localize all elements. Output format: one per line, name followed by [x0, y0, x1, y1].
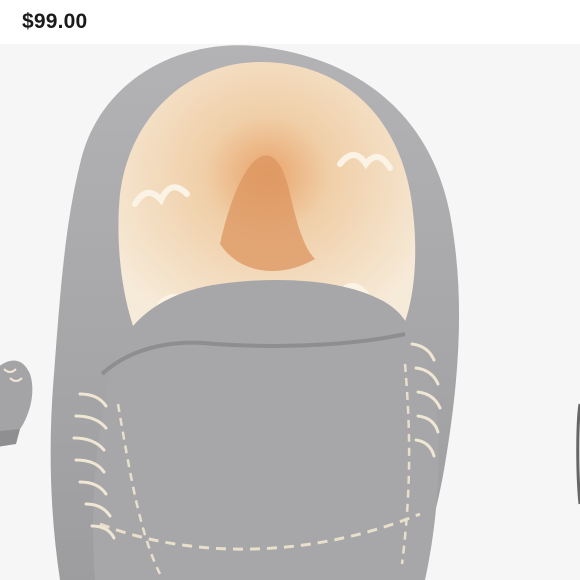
- previous-slide[interactable]: [0, 44, 34, 580]
- current-slide[interactable]: [40, 44, 478, 580]
- product-image-carousel[interactable]: [0, 44, 580, 580]
- product-price: $99.00: [22, 10, 88, 33]
- slipper-side-icon: [0, 44, 34, 580]
- slipper-icon: [485, 44, 580, 580]
- price-header: $99.00: [0, 0, 580, 44]
- slipper-toe-closeup-icon: [40, 44, 478, 580]
- next-slide[interactable]: [485, 44, 580, 580]
